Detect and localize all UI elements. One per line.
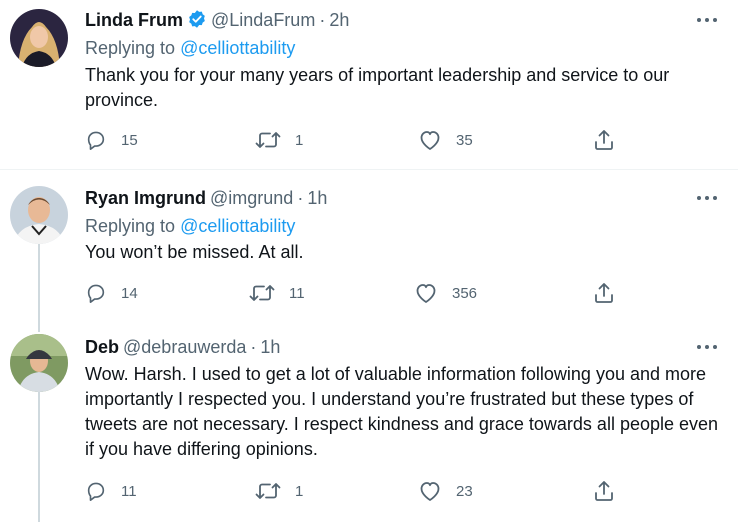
separator-dot: · bbox=[319, 10, 326, 30]
reply-icon bbox=[87, 131, 105, 150]
tweet-linda-frum[interactable]: Linda Frum @LindaFrum · 2h Replying to @cel… bbox=[0, 0, 738, 169]
timestamp[interactable]: 2h bbox=[329, 10, 349, 30]
display-name[interactable]: Ryan Imgrund bbox=[85, 188, 206, 208]
handle[interactable]: @imgrund bbox=[210, 188, 293, 208]
avatar-linda-frum[interactable] bbox=[10, 9, 68, 67]
heart-icon bbox=[420, 482, 440, 501]
share-button[interactable] bbox=[593, 479, 615, 503]
tweet-deb[interactable]: Deb @debrauwerda · 1h Wow. Harsh. I used to… bbox=[0, 318, 738, 522]
reply-icon bbox=[87, 482, 105, 501]
retweet-icon bbox=[255, 132, 281, 148]
share-button[interactable] bbox=[593, 281, 615, 305]
timestamp[interactable]: 1h bbox=[307, 188, 327, 208]
retweet-icon bbox=[249, 285, 275, 301]
retweet-count: 1 bbox=[295, 131, 304, 149]
mention-link[interactable]: @celliottability bbox=[180, 216, 295, 236]
tweet-text: Thank you for your many years of importa… bbox=[85, 65, 670, 110]
reply-button[interactable]: 14 bbox=[85, 281, 138, 305]
like-button[interactable]: 23 bbox=[418, 479, 473, 503]
display-name[interactable]: Linda Frum bbox=[85, 10, 183, 30]
heart-icon bbox=[416, 284, 436, 303]
reply-count: 11 bbox=[121, 482, 137, 500]
tweet-actions: 14 11 356 bbox=[85, 281, 625, 305]
handle[interactable]: @debrauwerda bbox=[123, 337, 246, 357]
share-button[interactable] bbox=[593, 128, 615, 152]
tweet-actions: 15 1 35 bbox=[85, 128, 625, 152]
display-name[interactable]: Deb bbox=[85, 337, 119, 357]
retweet-button[interactable]: 11 bbox=[249, 281, 305, 305]
reply-button[interactable]: 11 bbox=[85, 479, 137, 503]
retweet-button[interactable]: 1 bbox=[255, 128, 303, 152]
tweet-ryan-imgrund[interactable]: Ryan Imgrund @imgrund · 1h Replying to @cel… bbox=[0, 170, 738, 318]
tweet-text: You won’t be missed. At all. bbox=[85, 242, 304, 262]
retweet-count: 11 bbox=[289, 284, 305, 302]
reply-button[interactable]: 15 bbox=[85, 128, 138, 152]
separator-dot: · bbox=[297, 188, 304, 208]
reply-count: 15 bbox=[121, 131, 138, 149]
share-icon bbox=[595, 481, 613, 501]
more-options-button[interactable] bbox=[690, 9, 724, 31]
replying-to: Replying to @celliottability bbox=[85, 37, 295, 59]
like-count: 356 bbox=[452, 284, 478, 302]
tweet-header: Ryan Imgrund @imgrund · 1h bbox=[85, 187, 327, 209]
tweet-actions: 11 1 23 bbox=[85, 479, 625, 503]
like-count: 35 bbox=[456, 131, 473, 149]
timestamp[interactable]: 1h bbox=[260, 337, 280, 357]
tweet-header: Deb @debrauwerda · 1h bbox=[85, 336, 280, 358]
replying-to-prefix: Replying to bbox=[85, 216, 181, 236]
like-button[interactable]: 356 bbox=[414, 281, 477, 305]
separator-dot: · bbox=[250, 337, 257, 357]
retweet-count: 1 bbox=[295, 482, 304, 500]
more-horizontal-icon bbox=[697, 18, 717, 22]
handle[interactable]: @LindaFrum bbox=[211, 10, 315, 30]
more-horizontal-icon bbox=[697, 196, 717, 200]
more-options-button[interactable] bbox=[690, 187, 724, 209]
like-button[interactable]: 35 bbox=[418, 128, 473, 152]
replying-to: Replying to @celliottability bbox=[85, 215, 295, 237]
avatar-deb[interactable] bbox=[10, 334, 68, 392]
retweet-button[interactable]: 1 bbox=[255, 479, 303, 503]
avatar-ryan-imgrund[interactable] bbox=[10, 186, 68, 244]
share-icon bbox=[595, 130, 613, 150]
mention-link[interactable]: @celliottability bbox=[180, 38, 295, 58]
replying-to-prefix: Replying to bbox=[85, 38, 181, 58]
tweet-text: Wow. Harsh. I used to get a lot of valua… bbox=[85, 364, 719, 459]
tweet-header: Linda Frum @LindaFrum · 2h bbox=[85, 9, 349, 34]
reply-icon bbox=[87, 284, 105, 303]
retweet-icon bbox=[255, 483, 281, 499]
share-icon bbox=[595, 283, 613, 303]
like-count: 23 bbox=[456, 482, 473, 500]
more-options-button[interactable] bbox=[690, 336, 724, 358]
more-horizontal-icon bbox=[697, 345, 717, 349]
heart-icon bbox=[420, 131, 440, 150]
reply-count: 14 bbox=[121, 284, 138, 302]
verified-badge-icon bbox=[187, 9, 207, 34]
